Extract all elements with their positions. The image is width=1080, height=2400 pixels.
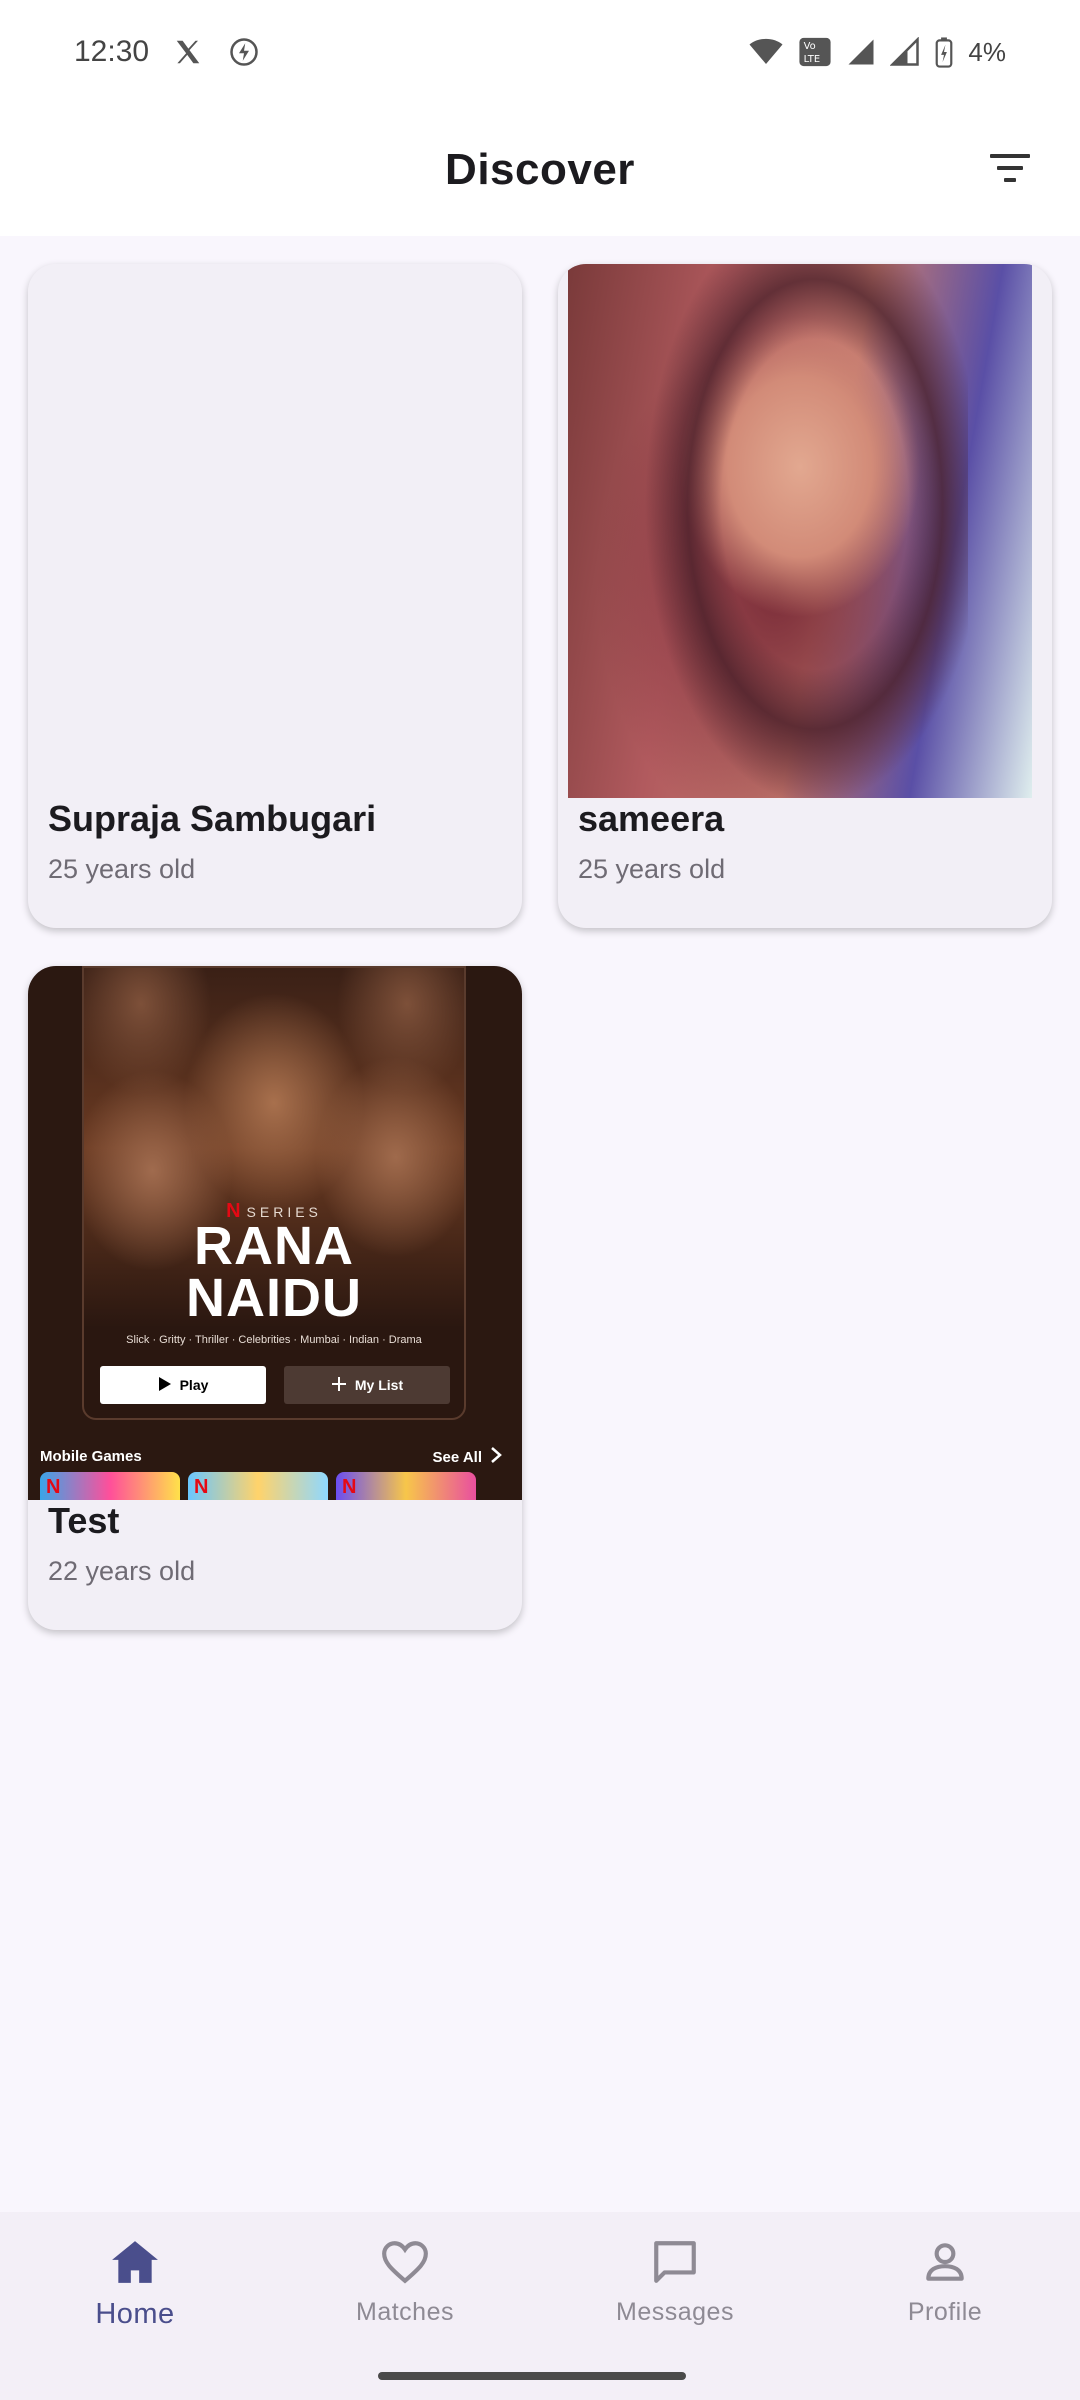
gesture-navigation-bar[interactable] [378, 2372, 686, 2380]
chevron-right-icon [490, 1446, 502, 1468]
status-time: 12:30 [74, 35, 150, 68]
poster-title: RANA NAIDU [186, 1216, 362, 1328]
nav-label-profile: Profile [907, 2298, 983, 2326]
signal-icon-2 [890, 37, 920, 67]
page-title: Discover [445, 145, 635, 194]
profile-photo-placeholder [28, 264, 522, 798]
top-app-bar: Discover [0, 104, 1080, 236]
signal-icon [846, 37, 876, 67]
filter-icon [986, 150, 1034, 191]
chat-icon [647, 2234, 703, 2290]
game-tile: N [40, 1472, 180, 1500]
wifi-icon [748, 37, 784, 67]
svg-text:LTE: LTE [804, 54, 820, 65]
volte-icon: Vo LTE [798, 36, 832, 68]
home-icon [107, 2234, 163, 2290]
heart-icon [377, 2234, 433, 2290]
poster-artwork: N SERIES RANA NAIDU Slick · Gritty · Thri… [82, 966, 466, 1420]
person-icon [917, 2234, 973, 2290]
profile-card-info: sameera 25 years old [558, 798, 1052, 928]
profile-name: Test [48, 1500, 120, 1541]
profile-age: 25 years old [578, 854, 726, 884]
nav-item-profile[interactable]: Profile [810, 2212, 1080, 2400]
battery-level: 4% [968, 36, 1006, 67]
profile-card-supraja[interactable]: Supraja Sambugari 25 years old [28, 264, 522, 928]
game-tile: N [336, 1472, 476, 1500]
profile-card-info: Supraja Sambugari 25 years old [28, 798, 522, 928]
profile-name: sameera [578, 798, 725, 839]
battery-charging-icon [934, 36, 954, 68]
poster-see-all: See All [433, 1446, 502, 1468]
status-left: 12:30 [74, 35, 261, 69]
nav-label-messages: Messages [616, 2298, 734, 2326]
status-bar: 12:30 Vo LTE 4% [0, 0, 1080, 104]
plus-icon [331, 1376, 347, 1395]
poster-mylist-button: My List [284, 1366, 450, 1404]
profile-age: 25 years old [48, 854, 196, 884]
poster-play-button: Play [100, 1366, 266, 1404]
nav-label-matches: Matches [356, 2298, 454, 2326]
bolt-icon [227, 35, 261, 69]
poster-game-tiles: N N N [40, 1472, 476, 1500]
poster-tags: Slick · Gritty · Thriller · Celebrities … [126, 1334, 422, 1346]
filter-button[interactable] [980, 140, 1040, 200]
profile-card-info: Test 22 years old [28, 1500, 522, 1630]
profile-card-test[interactable]: N SERIES RANA NAIDU Slick · Gritty · Thri… [28, 966, 522, 1630]
profile-name: Supraja Sambugari [48, 798, 377, 839]
status-right: Vo LTE 4% [748, 36, 1006, 68]
profile-photo-poster: N SERIES RANA NAIDU Slick · Gritty · Thri… [28, 966, 522, 1500]
portrait-shading [628, 264, 968, 798]
game-tile: N [188, 1472, 328, 1500]
profile-photo [558, 264, 1052, 798]
profile-card-sameera[interactable]: sameera 25 years old [558, 264, 1052, 928]
x-icon [171, 35, 205, 69]
profile-age: 22 years old [48, 1556, 196, 1586]
nav-item-home[interactable]: Home [0, 2212, 270, 2400]
play-icon [158, 1376, 172, 1395]
poster-games-label: Mobile Games [40, 1448, 142, 1465]
svg-text:Vo: Vo [804, 41, 816, 52]
nav-label-home: Home [95, 2298, 175, 2330]
